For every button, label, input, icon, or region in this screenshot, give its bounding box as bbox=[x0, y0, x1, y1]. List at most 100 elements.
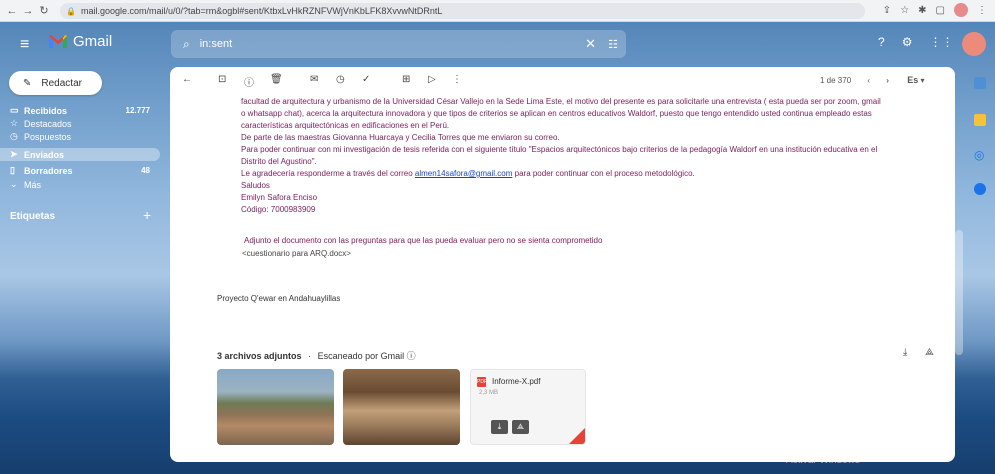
calendar-icon[interactable] bbox=[974, 77, 986, 89]
reply-suffix: para poder continuar con el proceso meto… bbox=[514, 169, 695, 178]
attachment-image-thumbnail[interactable] bbox=[343, 369, 460, 445]
compose-button[interactable]: ✎ Redactar bbox=[9, 71, 102, 95]
body-line: facultad de arquitectura y urbanismo de … bbox=[241, 97, 881, 106]
pdf-icon: PDF bbox=[477, 377, 487, 387]
pdf-filesize: 2,3 MB bbox=[479, 390, 499, 396]
url-text: mail.google.com/mail/u/0/?tab=rm&ogbl#se… bbox=[80, 6, 443, 16]
pdf-corner bbox=[569, 428, 585, 444]
move-to-icon[interactable]: ⊞ bbox=[402, 74, 410, 85]
search-options-icon[interactable]: ☷ bbox=[608, 38, 618, 51]
email-view: ← ⊡ ⓘ 🗑 ✉ ◷ ✓ ⊞ ▷ ⋮ 1 de 370 ‹ › Es ▾ fa… bbox=[170, 67, 955, 462]
prev-icon[interactable]: ‹ bbox=[867, 76, 870, 85]
attachment-pdf-card[interactable]: PDF Informe-X.pdf 2,3 MB ⤓ ⟁ bbox=[470, 369, 586, 445]
sidebar-item-inbox[interactable]: ▭ Recibidos 12.777 bbox=[0, 104, 160, 117]
back-to-list-icon[interactable]: ← bbox=[182, 74, 192, 85]
body-line: Para poder continuar con mi investigació… bbox=[241, 145, 878, 154]
pdf-filename: Informe-X.pdf bbox=[492, 377, 541, 386]
forward-icon[interactable]: → bbox=[20, 5, 36, 17]
signature-name: Emilyn Safora Enciso bbox=[241, 193, 318, 202]
signature-code: Código: 7000983909 bbox=[241, 205, 316, 214]
profile-avatar[interactable] bbox=[954, 3, 968, 17]
lock-icon: 🔒 bbox=[66, 6, 76, 16]
body-line: características arquitectónicas en edifi… bbox=[241, 121, 450, 130]
windows-watermark: Activar Windows bbox=[786, 455, 860, 466]
body-line: Distrito del Agustino". bbox=[241, 157, 317, 166]
star-icon: ☆ bbox=[10, 118, 19, 128]
pager-text: 1 de 370 bbox=[820, 76, 852, 85]
add-task-icon[interactable]: ✓ bbox=[362, 74, 370, 85]
bookmark-star-icon[interactable]: ☆ bbox=[900, 5, 909, 16]
address-bar[interactable]: 🔒 mail.google.com/mail/u/0/?tab=rm&ogbl#… bbox=[60, 3, 865, 19]
gmail-logo[interactable]: Gmail bbox=[48, 33, 112, 50]
body-line: De parte de las maestras Giovanna Huarca… bbox=[241, 133, 560, 142]
delete-icon[interactable]: 🗑 bbox=[270, 74, 283, 85]
label-icon[interactable]: ▷ bbox=[428, 74, 436, 85]
add-label-icon[interactable]: + bbox=[143, 207, 151, 223]
report-spam-icon[interactable]: ⓘ bbox=[244, 74, 254, 89]
archive-icon[interactable]: ⊡ bbox=[218, 74, 226, 85]
browser-toolbar: ← → ↻ 🔒 mail.google.com/mail/u/0/?tab=rm… bbox=[0, 0, 995, 22]
labels-heading: Etiquetas bbox=[10, 211, 56, 222]
save-to-drive-icon[interactable]: ⟁ bbox=[512, 420, 529, 434]
sidebar-item-drafts[interactable]: ▯ Borradores 48 bbox=[0, 164, 160, 177]
clock-icon: ◷ bbox=[10, 131, 18, 141]
window-icon[interactable]: ▢ bbox=[936, 5, 945, 16]
search-bar[interactable]: ⌕ in:sent ✕ ☷ bbox=[171, 30, 626, 58]
sidebar-item-label: Más bbox=[24, 179, 42, 190]
snooze-icon[interactable]: ◷ bbox=[336, 74, 345, 85]
chevron-down-icon: ⌄ bbox=[10, 179, 18, 189]
reload-icon[interactable]: ↻ bbox=[36, 4, 52, 17]
mark-unread-icon[interactable]: ✉ bbox=[310, 74, 318, 85]
contacts-icon[interactable] bbox=[974, 183, 986, 195]
body-line: o whatsapp chat), acerca la arquitectura… bbox=[241, 109, 872, 118]
chevron-down-icon[interactable]: ▾ bbox=[920, 76, 924, 85]
info-icon[interactable]: ⓘ bbox=[407, 351, 416, 361]
gmail-m-icon bbox=[48, 34, 68, 49]
search-input[interactable]: in:sent bbox=[200, 38, 232, 50]
more-actions-icon[interactable]: ⋮ bbox=[452, 74, 462, 85]
add-to-drive-icon[interactable]: ⟁ bbox=[925, 347, 934, 358]
apps-grid-icon[interactable]: ⋮⋮ bbox=[929, 35, 953, 49]
next-icon[interactable]: › bbox=[886, 76, 889, 85]
extensions-icon[interactable]: ✱ bbox=[918, 5, 926, 16]
reply-line: Le agradecería responderme a través del … bbox=[241, 168, 921, 180]
settings-gear-icon[interactable]: ⚙ bbox=[902, 35, 913, 49]
drafts-count: 48 bbox=[141, 166, 150, 175]
main-menu-icon[interactable]: ≡ bbox=[20, 36, 29, 54]
search-icon[interactable]: ⌕ bbox=[183, 37, 190, 52]
clear-search-icon[interactable]: ✕ bbox=[585, 36, 596, 52]
scan-note: Escaneado por Gmail bbox=[317, 351, 405, 361]
compose-label: Redactar bbox=[41, 77, 82, 89]
reply-prefix: Le agradecería responderme a través del … bbox=[241, 169, 413, 178]
keep-icon[interactable] bbox=[974, 114, 986, 126]
attachments-count: 3 archivos adjuntos bbox=[217, 351, 302, 361]
more-icon[interactable]: ⋮ bbox=[977, 5, 987, 16]
sidebar-item-snoozed[interactable]: ◷ Pospuestos bbox=[0, 130, 160, 143]
download-icon[interactable]: ⤓ bbox=[491, 420, 508, 434]
closing: Saludos bbox=[241, 181, 270, 190]
project-title: Proyecto Q'ewar en Andahuaylillas bbox=[217, 294, 341, 303]
sidebar-item-label: Pospuestos bbox=[24, 131, 72, 142]
sidebar-item-sent[interactable]: ➤ Enviados bbox=[0, 148, 160, 161]
help-icon[interactable]: ? bbox=[878, 35, 885, 49]
send-icon: ➤ bbox=[10, 149, 18, 159]
sidebar-item-starred[interactable]: ☆ Destacados bbox=[0, 117, 160, 130]
reply-email-link[interactable]: almen14safora@gmail.com bbox=[415, 169, 513, 178]
sidebar-item-more[interactable]: ⌄ Más bbox=[0, 178, 160, 191]
scrollbar[interactable] bbox=[955, 230, 963, 355]
attachments-heading: 3 archivos adjuntos · Escaneado por Gmai… bbox=[217, 351, 416, 361]
email-body: facultad de arquitectura y urbanismo de … bbox=[241, 96, 921, 216]
unread-count: 12.777 bbox=[125, 106, 150, 115]
back-icon[interactable]: ← bbox=[4, 5, 20, 17]
input-lang[interactable]: Es bbox=[907, 75, 918, 85]
download-all-icon[interactable]: ⤓ bbox=[903, 347, 907, 358]
account-avatar[interactable] bbox=[962, 32, 986, 56]
inbox-icon: ▭ bbox=[10, 105, 19, 115]
pencil-icon: ✎ bbox=[23, 77, 32, 89]
sidebar-item-label: Borradores bbox=[24, 165, 73, 176]
app-name: Gmail bbox=[73, 33, 113, 50]
sidebar-item-label: Destacados bbox=[24, 118, 72, 129]
attachment-image-thumbnail[interactable] bbox=[217, 369, 334, 445]
tasks-icon[interactable]: ◎ bbox=[974, 149, 986, 161]
share-icon[interactable]: ⇪ bbox=[883, 5, 891, 16]
